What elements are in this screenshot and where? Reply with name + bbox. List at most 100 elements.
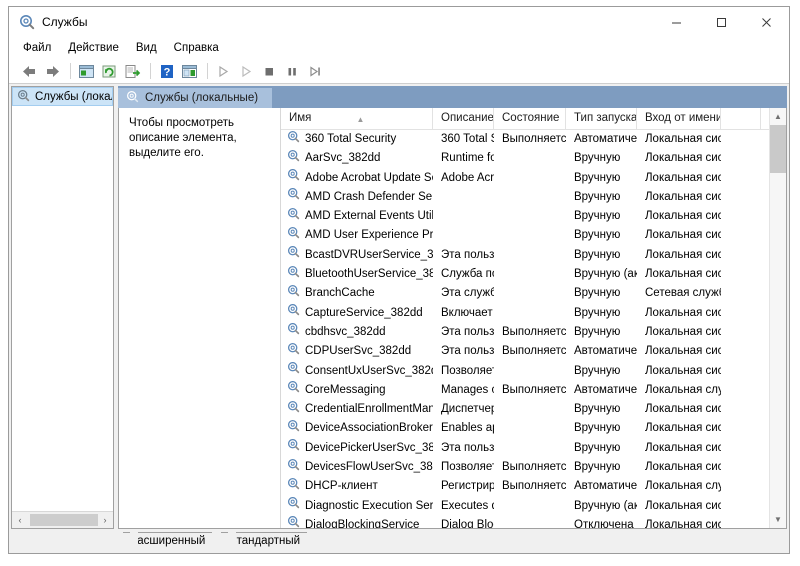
table-row[interactable]: BcastDVRUserService_382dd Эта пользо.. Вру… (281, 246, 769, 265)
cell-description: Enables ap.. (441, 422, 494, 435)
cell-description (433, 207, 494, 226)
service-name-label: DialogBlockingService (305, 518, 420, 528)
cell-name: BluetoothUserService_382dd (281, 265, 433, 284)
service-gear-icon (287, 439, 300, 458)
tree-horizontal-scrollbar[interactable]: ‹ › (12, 511, 113, 528)
pause-service-icon[interactable] (282, 61, 303, 82)
cell-status (494, 304, 566, 323)
cell-name: BranchCache (281, 284, 433, 303)
list-vertical-scrollbar[interactable]: ▲ ▼ (769, 108, 786, 528)
tab-extended[interactable]: Расширенный (123, 532, 213, 550)
cell-name: 360 Total Security (281, 130, 433, 149)
cell-description: Эта пользо.. (441, 248, 494, 261)
column-header-description[interactable]: Описание (433, 108, 494, 129)
table-row[interactable]: Adobe Acrobat Update Servi.. Adobe Acro..… (281, 169, 769, 188)
menu-view[interactable]: Вид (136, 40, 166, 56)
cell-name: CaptureService_382dd (281, 304, 433, 323)
scroll-right-icon[interactable]: › (97, 512, 113, 528)
list-vscroll-track[interactable] (770, 125, 786, 511)
service-gear-icon (287, 477, 300, 496)
table-row[interactable]: AMD External Events Utility Вручную Локаль… (281, 207, 769, 226)
table-row[interactable]: 360 Total Security 360 Total S.. Выполняет… (281, 130, 769, 149)
help-icon[interactable]: ? (156, 61, 177, 82)
list-vscroll-thumb[interactable] (770, 125, 786, 173)
cell-name: AMD User Experience Progra.. (281, 226, 433, 245)
column-header-logon-as[interactable]: Вход от имени (637, 108, 721, 129)
menu-help[interactable]: Справка (174, 40, 228, 56)
cell-description: Позволяет .. (441, 461, 494, 474)
back-icon[interactable] (19, 61, 40, 82)
table-row[interactable]: BranchCache Эта служба.. Вручную Сетевая сл… (281, 284, 769, 303)
show-hide-console-tree-icon[interactable] (76, 61, 97, 82)
cell-status (494, 246, 566, 265)
restart-service-icon[interactable] (305, 61, 326, 82)
cell-startup-type: Вручную (ак.. (574, 499, 637, 512)
scroll-down-icon[interactable]: ▼ (770, 511, 786, 528)
service-gear-icon (287, 188, 300, 207)
cell-status: Выполняется (502, 461, 566, 474)
table-row[interactable]: CaptureService_382dd Включает .. Вручную Ло… (281, 304, 769, 323)
minimize-icon[interactable] (654, 7, 699, 37)
column-header-startup-type[interactable]: Тип запуска (566, 108, 637, 129)
scroll-left-icon[interactable]: ‹ (12, 512, 28, 528)
table-row[interactable]: DevicePickerUserSvc_382dd Эта пользо.. Вру… (281, 439, 769, 458)
export-list-icon[interactable] (122, 61, 143, 82)
forward-icon[interactable] (42, 61, 63, 82)
service-name-label: ConsentUxUserSvc_382dd (305, 364, 433, 377)
cell-startup-type: Вручную (574, 190, 621, 203)
sidebar-item-label: Службы (локальн (35, 90, 112, 103)
menu-file[interactable]: Файл (23, 40, 60, 56)
table-row[interactable]: DialogBlockingService Dialog Bloc.. Отключ… (281, 516, 769, 528)
service-name-label: DevicesFlowUserSvc_382dd (305, 461, 433, 474)
table-row[interactable]: AarSvc_382dd Runtime fo.. Вручную Локальная… (281, 149, 769, 168)
svg-text:?: ? (164, 66, 171, 78)
cell-name: AMD External Events Utility (281, 207, 433, 226)
table-row[interactable]: CredentialEnrollmentManag.. Диспетчер.. Вр… (281, 400, 769, 419)
scroll-up-icon[interactable]: ▲ (770, 108, 786, 125)
table-row[interactable]: cbdhsvc_382dd Эта пользо.. Выполняется Вруч… (281, 323, 769, 342)
table-row[interactable]: AMD User Experience Progra.. Вручную Локал… (281, 226, 769, 245)
tree-hscroll-track[interactable] (28, 512, 98, 528)
close-icon[interactable] (744, 7, 789, 37)
table-row[interactable]: AMD Crash Defender Service Вручную Локальн… (281, 188, 769, 207)
start-service-icon[interactable] (213, 61, 234, 82)
column-header-status[interactable]: Состояние (494, 108, 566, 129)
table-row[interactable]: ConsentUxUserSvc_382dd Позволяет .. Вручну… (281, 362, 769, 381)
properties-icon[interactable] (179, 61, 200, 82)
service-gear-icon (287, 130, 300, 149)
service-gear-icon (287, 149, 300, 168)
table-row[interactable]: CoreMessaging Manages c.. Выполняется Автом… (281, 381, 769, 400)
tree-hscroll-thumb[interactable] (30, 514, 98, 526)
cell-description: Manages c.. (441, 383, 494, 396)
cell-status: Выполняется (502, 345, 566, 358)
table-row[interactable]: Diagnostic Execution Service Executes di.… (281, 497, 769, 516)
cell-status (494, 169, 566, 188)
pane-content: Чтобы просмотреть описание элемента, выд… (118, 108, 787, 529)
table-row[interactable]: CDPUserSvc_382dd Эта пользо.. Выполняется А… (281, 342, 769, 361)
cell-logon-as: Локальная сист.. (645, 152, 721, 165)
cell-startup-type: Вручную (574, 171, 621, 184)
resume-service-icon[interactable] (236, 61, 257, 82)
table-row[interactable]: DeviceAssociationBrokerSvc.. Enables ap..… (281, 419, 769, 438)
cell-startup-type: Вручную (574, 152, 621, 165)
table-row[interactable]: DevicesFlowUserSvc_382dd Позволяет .. Выпо… (281, 458, 769, 477)
stop-service-icon[interactable] (259, 61, 280, 82)
toolbar-separator (207, 63, 208, 79)
cell-name: Adobe Acrobat Update Servi.. (281, 169, 433, 188)
cell-startup-type: Автоматичес.. (574, 383, 637, 396)
menu-action[interactable]: Действие (68, 40, 128, 56)
tab-standard[interactable]: Стандартный (221, 532, 308, 550)
cell-name: cbdhsvc_382dd (281, 323, 433, 342)
table-row[interactable]: DHCP-клиент Регистриру.. Выполняется Автома… (281, 477, 769, 496)
maximize-icon[interactable] (699, 7, 744, 37)
sidebar-item-services-local[interactable]: Службы (локальн (12, 87, 113, 106)
console-tree-pane: Службы (локальн ‹ › (11, 86, 114, 529)
cell-startup-type: Автоматичес.. (574, 133, 637, 145)
cell-name: Diagnostic Execution Service (281, 497, 433, 516)
column-header-name[interactable]: Имя ▲ (281, 108, 433, 129)
table-row[interactable]: BluetoothUserService_382dd Служба по.. Вру… (281, 265, 769, 284)
title-bar: Службы (9, 7, 789, 37)
refresh-icon[interactable] (99, 61, 120, 82)
cell-name: AarSvc_382dd (281, 149, 433, 168)
service-name-label: CDPUserSvc_382dd (305, 345, 412, 358)
